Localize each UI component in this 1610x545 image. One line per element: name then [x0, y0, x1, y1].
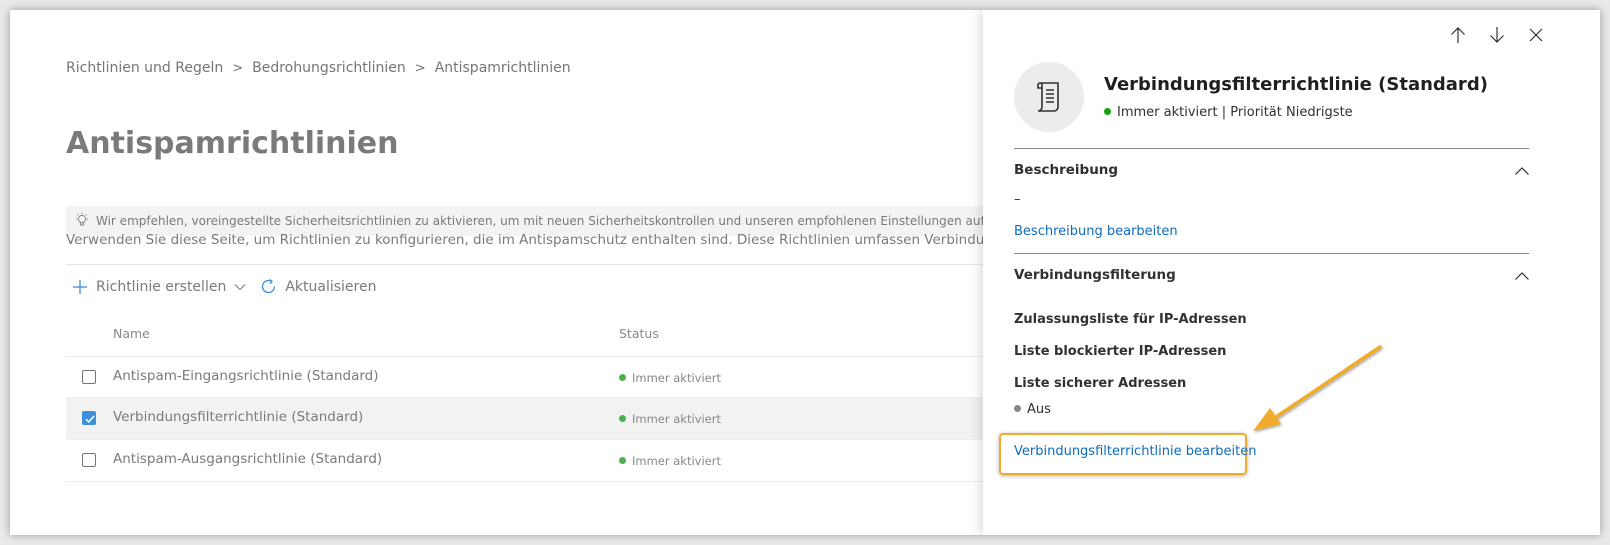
create-policy-label: Richtlinie erstellen: [96, 278, 227, 295]
row-status-text: Immer aktiviert: [632, 371, 721, 385]
row-name[interactable]: Verbindungsfilterrichtlinie (Standard): [113, 409, 363, 425]
panel-status-text: Immer aktiviert | Priorität Niedrigste: [1117, 105, 1353, 120]
chevron-up-icon[interactable]: [1514, 271, 1530, 281]
next-item-button[interactable]: [1487, 25, 1507, 45]
edit-description-link[interactable]: Beschreibung bearbeiten: [1014, 224, 1178, 239]
chevron-down-icon: [234, 283, 246, 290]
app-frame: Richtlinien und Regeln > Bedrohungsrichtli…: [10, 10, 1600, 535]
breadcrumb-item-policies-rules[interactable]: Richtlinien und Regeln: [66, 60, 223, 76]
page-description: Verwenden Sie diese Seite, um Richtlinie…: [66, 232, 1010, 248]
row-status-text: Immer aktiviert: [632, 412, 721, 426]
section-divider: [1014, 148, 1529, 149]
row-status: Immer aktiviert: [619, 454, 721, 468]
row-checkbox[interactable]: [82, 453, 96, 467]
section-header-description[interactable]: Beschreibung: [1014, 162, 1118, 178]
row-status: Immer aktiviert: [619, 412, 721, 426]
breadcrumb-item-antispam: Antispamrichtlinien: [434, 60, 571, 76]
recommendation-text: Wir empfehlen, voreingestellte Sicherhei…: [96, 214, 1010, 228]
section-divider: [1014, 253, 1529, 254]
status-dot-icon: [619, 415, 626, 422]
scroll-document-icon: [1037, 82, 1059, 112]
panel-title: Verbindungsfilterrichtlinie (Standard): [1104, 74, 1488, 95]
table-row[interactable]: Antispam-Ausgangsrichtlinie (Standard) I…: [66, 440, 1010, 482]
field-safe-list: Liste sicherer Adressen: [1014, 376, 1187, 391]
toolbar-divider: [66, 264, 1010, 265]
row-checkbox[interactable]: [82, 411, 96, 425]
refresh-label: Aktualisieren: [285, 278, 377, 295]
row-name[interactable]: Antispam-Ausgangsrichtlinie (Standard): [113, 451, 382, 467]
breadcrumb: Richtlinien und Regeln > Bedrohungsrichtli…: [66, 60, 571, 76]
plus-icon: [73, 279, 87, 294]
checkmark-icon: [85, 415, 95, 424]
status-dot-icon: [1104, 108, 1111, 115]
column-header-status[interactable]: Status: [619, 326, 659, 341]
chevron-up-icon[interactable]: [1514, 166, 1530, 176]
description-value: –: [1014, 192, 1021, 207]
field-ip-allow-list: Zulassungsliste für IP-Adressen: [1014, 312, 1247, 327]
policy-avatar: [1014, 62, 1084, 132]
status-dot-icon: [1014, 405, 1021, 412]
arrow-down-icon: [1490, 27, 1504, 43]
panel-status: Immer aktiviert | Priorität Niedrigste: [1104, 105, 1353, 120]
lightbulb-icon: [76, 212, 88, 226]
row-name[interactable]: Antispam-Eingangsrichtlinie (Standard): [113, 368, 379, 384]
edit-connection-filter-link[interactable]: Verbindungsfilterrichtlinie bearbeiten: [1014, 444, 1257, 459]
table-row[interactable]: Verbindungsfilterrichtlinie (Standard) I…: [66, 398, 1010, 440]
refresh-button[interactable]: Aktualisieren: [260, 278, 376, 295]
status-dot-icon: [619, 374, 626, 381]
create-policy-button[interactable]: Richtlinie erstellen: [72, 279, 246, 295]
page-title: Antispamrichtlinien: [66, 126, 399, 161]
arrow-up-icon: [1451, 27, 1465, 43]
row-checkbox[interactable]: [82, 370, 96, 384]
safe-list-status: Aus: [1014, 402, 1051, 417]
close-panel-button[interactable]: [1526, 25, 1546, 45]
section-header-connection-filter[interactable]: Verbindungsfilterung: [1014, 267, 1176, 283]
command-bar: Richtlinie erstellen Aktualisieren: [72, 278, 390, 295]
status-dot-icon: [619, 457, 626, 464]
details-flyout: Verbindungsfilterrichtlinie (Standard) I…: [983, 10, 1600, 535]
refresh-icon: [262, 278, 276, 294]
breadcrumb-separator: >: [232, 61, 244, 76]
close-icon: [1529, 28, 1543, 42]
breadcrumb-separator: >: [414, 61, 426, 76]
previous-item-button[interactable]: [1448, 25, 1468, 45]
column-header-name[interactable]: Name: [113, 326, 150, 341]
row-status: Immer aktiviert: [619, 371, 721, 385]
row-status-text: Immer aktiviert: [632, 454, 721, 468]
table-row[interactable]: Antispam-Eingangsrichtlinie (Standard) I…: [66, 356, 1010, 398]
field-ip-block-list: Liste blockierter IP-Adressen: [1014, 344, 1227, 359]
safe-list-value: Aus: [1027, 402, 1051, 417]
breadcrumb-item-threat-policies[interactable]: Bedrohungsrichtlinien: [252, 60, 406, 76]
main-page: Richtlinien und Regeln > Bedrohungsrichtli…: [10, 10, 1010, 535]
